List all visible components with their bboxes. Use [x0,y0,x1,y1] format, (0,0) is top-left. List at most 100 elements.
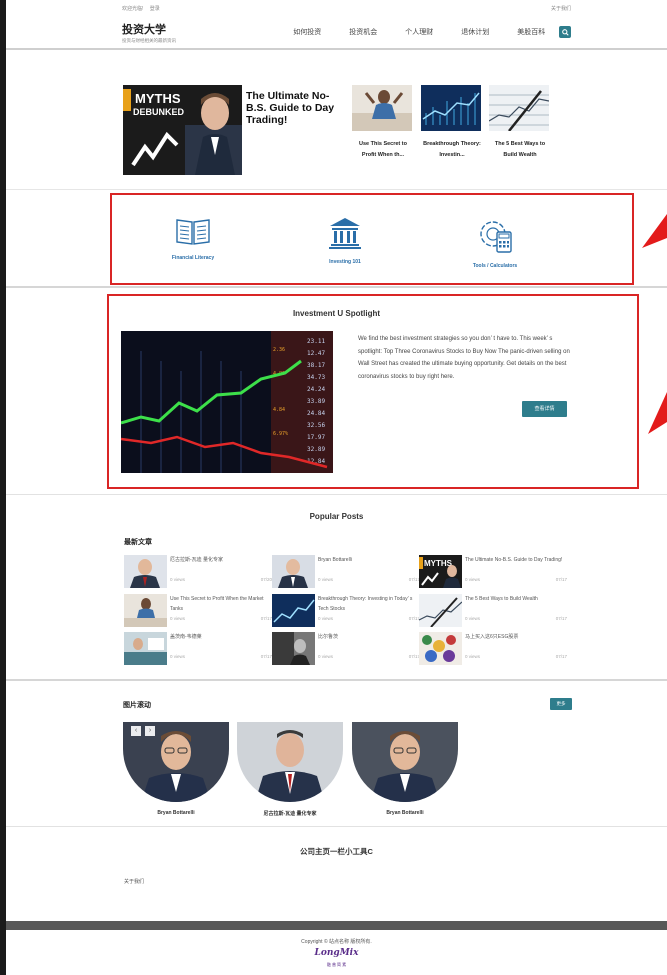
latest-articles-heading: 最新文章 [124,539,152,546]
chevron-right-icon: › [148,727,152,734]
post-thumbnail: MYTHS [419,555,462,588]
gallery-caption[interactable]: 尼古拉斯-瓦迪 量化专家 [237,810,343,817]
featured-side-caption[interactable]: Breakthrough Theory: Investin... [421,139,483,161]
divider [6,826,667,827]
post-thumbnail [419,632,462,665]
gallery-item[interactable]: 尼古拉斯-瓦迪 量化专家 [237,722,343,817]
featured-side-caption[interactable]: The 5 Best Ways to Build Wealth [489,139,551,161]
post-views: 0 views [170,577,186,582]
annotation-arrow [648,392,667,434]
featured-side-image [421,85,481,131]
post-title[interactable]: 盖茨南-韦德莱 [170,632,274,642]
post-views: 0 views [318,616,334,621]
post-thumbnail [272,594,315,627]
search-icon [561,28,569,36]
image-scroll-heading: 图片滚动 [123,702,151,709]
gallery-next-button[interactable]: › [145,726,155,736]
copyright-text: Copyright © 站点名称 版权所有. [301,939,372,945]
post-title[interactable]: 马上买入这6只ESG股票 [465,632,569,642]
chevron-left-icon: ‹ [134,727,138,734]
list-item[interactable]: 马上买入这6只ESG股票 0 views 07/17 [419,632,567,668]
post-views: 0 views [318,654,334,659]
post-thumbnail [124,555,167,588]
post-date: 07/17 [260,654,272,659]
featured-side-image [352,85,412,131]
post-thumbnail [419,594,462,627]
featured-side-image [488,85,550,132]
post-title[interactable]: 比尔鲁茨 [318,632,422,642]
gallery-caption[interactable]: Bryan Bottarelli [352,810,458,816]
footer-logo-text: LongMix [314,948,359,958]
post-views: 0 views [465,577,481,582]
top-bar: 欢迎光临! 登录 关于我们 [6,0,667,16]
post-title[interactable]: Breakthrough Theory: Investing in Today’… [318,594,422,614]
post-views: 0 views [465,654,481,659]
more-button[interactable]: 更多 [550,698,572,710]
divider [6,494,667,495]
list-item[interactable]: 比尔鲁茨 0 views 07/17 [272,632,420,668]
post-views: 0 views [170,616,186,621]
gallery-caption[interactable]: Bryan Bottarelli [123,810,229,816]
widget-heading: 公司主页一栏小工具C [300,847,373,856]
post-views: 0 views [465,616,481,621]
footer-logo[interactable]: LongMix [6,948,667,958]
post-title[interactable]: Bryan Bottarelli [318,555,422,565]
post-thumbnail [272,555,315,588]
post-thumbnail [124,632,167,665]
post-title[interactable]: The 5 Best Ways to Build Wealth [465,594,569,604]
post-date: 07/17 [260,616,272,621]
gallery-photo [237,722,343,802]
featured-main-title[interactable]: The Ultimate No-B.S. Guide to Day Tradin… [246,90,346,126]
annotation-arrow [642,214,667,248]
nav-item-us-stocks[interactable]: 美股百科 [503,27,559,37]
post-date: 07/17 [555,577,567,582]
post-date: 07/17 [555,616,567,621]
nav-item-opportunities[interactable]: 投资机会 [335,27,391,37]
about-link[interactable]: 关于我们 [551,5,571,12]
post-date: 07/20 [260,577,272,582]
nav-item-personal-finance[interactable]: 个人理财 [391,27,447,37]
featured-section: 5 MYTHS DEBUNKED The Ultimate No-B.S. Gu… [6,52,667,190]
list-item[interactable]: 厄古拉斯-瓦迪 量化专家 0 views 07/20 [124,555,272,591]
footer-logo-subtitle: 融 普 简 素 [326,962,347,967]
post-views: 0 views [170,654,186,659]
gallery-prev-button[interactable]: ‹ [131,726,141,736]
welcome-text: 欢迎光临! [122,5,144,12]
nav-item-how-to-invest[interactable]: 如何投资 [279,27,335,37]
highlight-box-spotlight [107,294,639,489]
site-header: 投资大学 投资与财经相关的最新资讯 如何投资 投资机会 个人理财 退休计划 美股… [6,16,667,50]
list-item[interactable]: Bryan Bottarelli 0 views 07/17 [272,555,420,591]
search-button[interactable] [559,26,571,38]
featured-main-image[interactable]: 5 MYTHS DEBUNKED [123,85,242,175]
page: 欢迎光临! 登录 关于我们 投资大学 投资与财经相关的最新资讯 如何投资 投资机… [6,0,667,975]
divider [6,679,667,681]
person-photo [131,93,242,175]
list-item[interactable]: MYTHS The Ultimate No-B.S. Guide to Day … [419,555,567,591]
highlight-box-categories [110,193,634,285]
about-us-link[interactable]: 关于我们 [124,878,144,885]
svg-text:MYTHS: MYTHS [424,559,453,568]
footer-bar [6,921,667,930]
post-thumbnail [124,594,167,627]
post-title[interactable]: Use This Secret to Profit When the Marke… [170,594,274,614]
featured-side-item[interactable]: Use This Secret to Profit When th... [352,85,414,161]
post-date: 07/17 [555,654,567,659]
list-item[interactable]: Use This Secret to Profit When the Marke… [124,594,272,630]
list-item[interactable]: The 5 Best Ways to Build Wealth 0 views … [419,594,567,630]
gallery-item[interactable]: Bryan Bottarelli [352,722,458,816]
featured-side-caption[interactable]: Use This Secret to Profit When th... [352,139,414,161]
login-link[interactable]: 登录 [150,6,160,12]
site-subtitle: 投资与财经相关的最新资讯 [122,37,176,43]
featured-side-item[interactable]: The 5 Best Ways to Build Wealth [488,85,551,161]
nav-item-retirement[interactable]: 退休计划 [447,27,503,37]
featured-side-item[interactable]: Breakthrough Theory: Investin... [421,85,483,161]
site-brand[interactable]: 投资大学 投资与财经相关的最新资讯 [122,21,279,44]
list-item[interactable]: Breakthrough Theory: Investing in Today’… [272,594,420,630]
post-thumbnail [272,632,315,665]
gallery-item[interactable]: Bryan Bottarelli [123,722,229,816]
site-title[interactable]: 投资大学 [122,21,279,37]
post-title[interactable]: The Ultimate No-B.S. Guide to Day Tradin… [465,555,569,565]
post-title[interactable]: 厄古拉斯-瓦迪 量化专家 [170,555,274,565]
list-item[interactable]: 盖茨南-韦德莱 0 views 07/17 [124,632,272,668]
post-views: 0 views [318,577,334,582]
